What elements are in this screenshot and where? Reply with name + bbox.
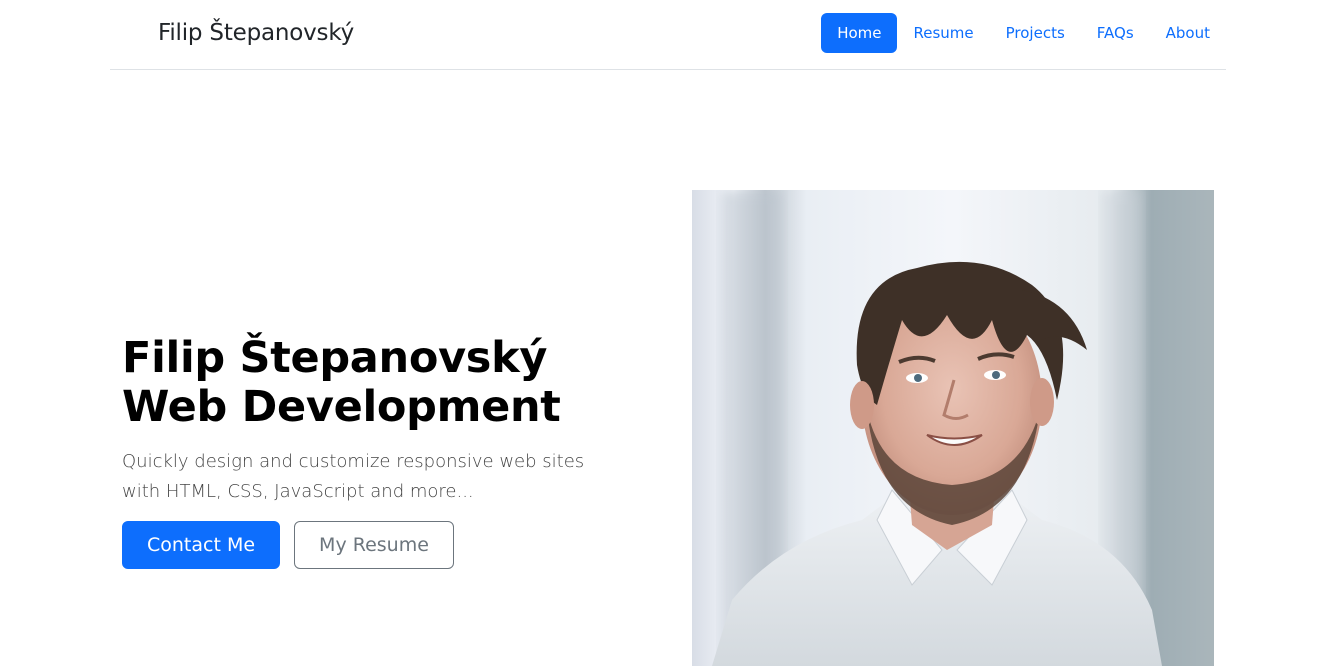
profile-photo — [692, 190, 1214, 666]
hero-lead: Quickly design and customize responsive … — [122, 451, 585, 502]
nav-link-projects[interactable]: Projects — [990, 13, 1081, 53]
contact-me-button[interactable]: Contact Me — [122, 521, 281, 569]
navbar: Filip Štepanovský Home Resume Projects F… — [110, 0, 1226, 70]
hero-section: Filip Štepanovský Web Development Quickl… — [122, 334, 662, 507]
nav-link-home[interactable]: Home — [821, 13, 898, 53]
nav-menu: Home Resume Projects FAQs About — [821, 13, 1226, 53]
brand-link[interactable]: Filip Štepanovský — [158, 20, 354, 46]
hero-title: Filip Štepanovský Web Development — [122, 333, 561, 432]
nav-link-resume[interactable]: Resume — [897, 13, 989, 53]
nav-link-about[interactable]: About — [1150, 13, 1226, 53]
portrait-illustration — [712, 190, 1162, 666]
hero-buttons: Contact Me My Resume — [122, 521, 454, 569]
nav-link-faqs[interactable]: FAQs — [1081, 13, 1150, 53]
my-resume-button[interactable]: My Resume — [294, 521, 454, 569]
